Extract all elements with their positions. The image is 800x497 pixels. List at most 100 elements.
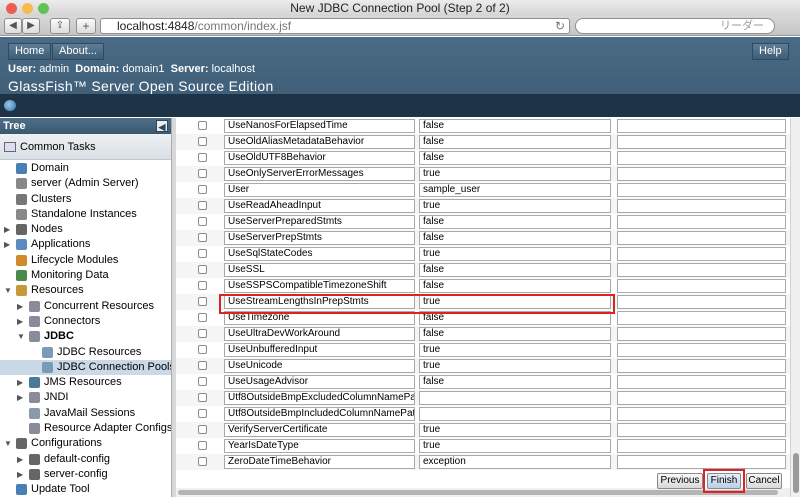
property-value-input[interactable]: false	[419, 375, 611, 389]
previous-button[interactable]: Previous	[657, 473, 703, 489]
property-value-input[interactable]	[419, 391, 611, 405]
property-value-input[interactable]: false	[419, 151, 611, 165]
property-name-input[interactable]: VerifyServerCertificate	[224, 423, 415, 437]
property-description-input[interactable]	[617, 439, 786, 453]
property-value-input[interactable]: true	[419, 359, 611, 373]
row-select-checkbox[interactable]	[198, 361, 207, 370]
property-name-input[interactable]: UseOldUTF8Behavior	[224, 151, 415, 165]
property-value-input[interactable]: true	[419, 439, 611, 453]
property-name-input[interactable]: UseServerPrepStmts	[224, 231, 415, 245]
property-description-input[interactable]	[617, 455, 786, 469]
property-description-input[interactable]	[617, 343, 786, 357]
property-description-input[interactable]	[617, 375, 786, 389]
property-value-input[interactable]: false	[419, 231, 611, 245]
property-description-input[interactable]	[617, 279, 786, 293]
row-select-checkbox[interactable]	[198, 249, 207, 258]
about-button[interactable]: About...	[52, 43, 104, 60]
row-select-checkbox[interactable]	[198, 281, 207, 290]
property-value-input[interactable]: false	[419, 135, 611, 149]
tree-item-jms-resources[interactable]: ▶ JMS Resources	[0, 375, 171, 390]
row-select-checkbox[interactable]	[198, 297, 207, 306]
property-value-input[interactable]: true	[419, 295, 611, 309]
property-name-input[interactable]: YearIsDateType	[224, 439, 415, 453]
property-name-input[interactable]: UseOnlyServerErrorMessages	[224, 167, 415, 181]
property-value-input[interactable]: sample_user	[419, 183, 611, 197]
property-name-input[interactable]: UseReadAheadInput	[224, 199, 415, 213]
expand-toggle-icon[interactable]: ▶	[17, 467, 23, 482]
property-value-input[interactable]: true	[419, 199, 611, 213]
minimize-window-icon[interactable]	[22, 3, 33, 14]
vertical-scroll-thumb[interactable]	[793, 453, 799, 493]
row-select-checkbox[interactable]	[198, 121, 207, 130]
property-name-input[interactable]: ZeroDateTimeBehavior	[224, 455, 415, 469]
property-description-input[interactable]	[617, 183, 786, 197]
home-button[interactable]: Home	[8, 43, 52, 60]
tree-item-monitoring-data[interactable]: Monitoring Data	[0, 268, 171, 283]
row-select-checkbox[interactable]	[198, 169, 207, 178]
property-description-input[interactable]	[617, 263, 786, 277]
row-select-checkbox[interactable]	[198, 393, 207, 402]
property-description-input[interactable]	[617, 247, 786, 261]
tree-item-resources[interactable]: ▼ Resources	[0, 283, 171, 298]
tree-item-jdbc-connection-pools[interactable]: JDBC Connection Pools	[0, 359, 171, 376]
new-tab-button[interactable]: +	[76, 18, 96, 34]
horizontal-scroll-thumb[interactable]	[178, 490, 778, 495]
horizontal-scrollbar[interactable]	[176, 488, 790, 497]
expand-toggle-icon[interactable]: ▶	[17, 452, 23, 467]
row-select-checkbox[interactable]	[198, 345, 207, 354]
property-name-input[interactable]: UseUnbufferedInput	[224, 343, 415, 357]
property-description-input[interactable]	[617, 311, 786, 325]
property-value-input[interactable]: false	[419, 263, 611, 277]
tree-item-server-config[interactable]: ▶ server-config	[0, 467, 171, 482]
reload-icon[interactable]: ↻	[555, 19, 565, 33]
expand-toggle-icon[interactable]: ▶	[17, 375, 23, 390]
property-name-input[interactable]: UseSSL	[224, 263, 415, 277]
close-window-icon[interactable]	[6, 3, 17, 14]
property-description-input[interactable]	[617, 231, 786, 245]
property-value-input[interactable]: false	[419, 215, 611, 229]
expand-toggle-icon[interactable]: ▼	[4, 436, 12, 451]
tree-item-configurations[interactable]: ▼ Configurations	[0, 436, 171, 451]
tree-item-jdbc-resources[interactable]: JDBC Resources	[0, 345, 171, 360]
address-bar[interactable]: localhost:4848/common/index.jsf ↻	[100, 18, 570, 34]
row-select-checkbox[interactable]	[198, 313, 207, 322]
property-description-input[interactable]	[617, 295, 786, 309]
property-description-input[interactable]	[617, 135, 786, 149]
property-description-input[interactable]	[617, 359, 786, 373]
property-value-input[interactable]: true	[419, 167, 611, 181]
property-name-input[interactable]: UseSSPSCompatibleTimezoneShift	[224, 279, 415, 293]
tree-item-standalone-instances[interactable]: Standalone Instances	[0, 207, 171, 222]
reader-field[interactable]: リーダー	[575, 18, 775, 34]
tree-item-server-admin-server[interactable]: server (Admin Server)	[0, 176, 171, 191]
tree-item-jdbc[interactable]: ▼ JDBC	[0, 329, 171, 344]
common-tasks-link[interactable]: Common Tasks	[0, 134, 171, 160]
expand-toggle-icon[interactable]: ▶	[4, 222, 10, 237]
property-name-input[interactable]: UseUltraDevWorkAround	[224, 327, 415, 341]
tree-item-concurrent-resources[interactable]: ▶ Concurrent Resources	[0, 299, 171, 314]
expand-toggle-icon[interactable]: ▶	[17, 299, 23, 314]
property-value-input[interactable]: false	[419, 327, 611, 341]
expand-toggle-icon[interactable]: ▶	[17, 390, 23, 405]
expand-toggle-icon[interactable]: ▼	[17, 329, 25, 344]
property-description-input[interactable]	[617, 151, 786, 165]
expand-toggle-icon[interactable]: ▼	[4, 283, 12, 298]
property-name-input[interactable]: UseOldAliasMetadataBehavior	[224, 135, 415, 149]
zoom-window-icon[interactable]	[38, 3, 49, 14]
property-name-input[interactable]: Utf8OutsideBmpExcludedColumnNamePattern	[224, 391, 415, 405]
property-value-input[interactable]	[419, 407, 611, 421]
tree-item-connectors[interactable]: ▶ Connectors	[0, 314, 171, 329]
tree-item-update-tool[interactable]: Update Tool	[0, 482, 171, 497]
share-button[interactable]: ⇪	[50, 18, 70, 34]
collapse-tree-icon[interactable]: ◀	[156, 120, 168, 132]
property-description-input[interactable]	[617, 199, 786, 213]
property-name-input[interactable]: User	[224, 183, 415, 197]
tree-item-applications[interactable]: ▶ Applications	[0, 237, 171, 252]
row-select-checkbox[interactable]	[198, 233, 207, 242]
property-value-input[interactable]: false	[419, 119, 611, 133]
property-name-input[interactable]: UseUnicode	[224, 359, 415, 373]
back-button[interactable]: ◀	[4, 18, 22, 34]
expand-toggle-icon[interactable]: ▶	[17, 314, 23, 329]
tree-item-resource-adapter-configs[interactable]: Resource Adapter Configs	[0, 421, 171, 436]
row-select-checkbox[interactable]	[198, 329, 207, 338]
property-name-input[interactable]: UseSqlStateCodes	[224, 247, 415, 261]
